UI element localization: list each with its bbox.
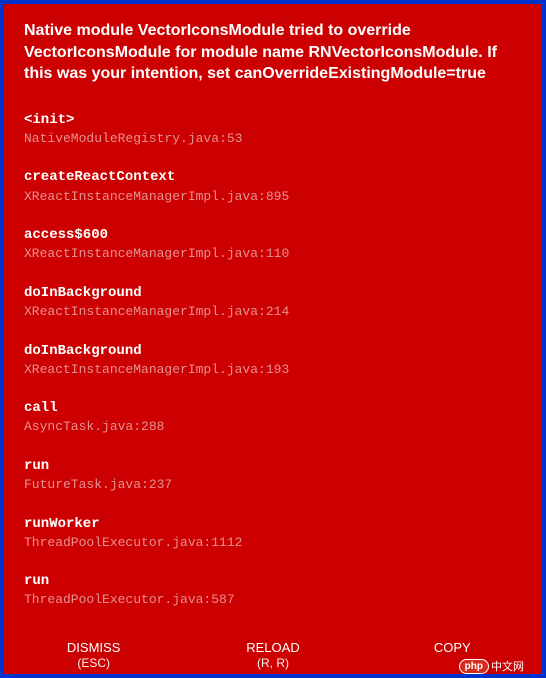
stack-frame[interactable]: access$600XReactInstanceManagerImpl.java… — [24, 226, 522, 264]
stack-method: run — [24, 457, 522, 475]
stack-frame[interactable]: runFutureTask.java:237 — [24, 457, 522, 495]
dismiss-button-label: DISMISS — [4, 640, 183, 656]
watermark-badge: php — [459, 659, 489, 674]
stack-location: XReactInstanceManagerImpl.java:214 — [24, 302, 522, 322]
reload-button-hint: (R, R) — [183, 656, 362, 670]
reload-button-label: RELOAD — [183, 640, 362, 656]
stack-location: XReactInstanceManagerImpl.java:193 — [24, 360, 522, 380]
stack-method: access$600 — [24, 226, 522, 244]
stack-frame[interactable]: runThreadPoolExecutor.java:587 — [24, 572, 522, 610]
dismiss-button[interactable]: DISMISS (ESC) — [4, 638, 183, 672]
stack-frame[interactable]: callAsyncTask.java:288 — [24, 399, 522, 437]
error-title: Native module VectorIconsModule tried to… — [24, 20, 522, 85]
dismiss-button-hint: (ESC) — [4, 656, 183, 670]
stack-method: run — [24, 572, 522, 590]
redbox-error-screen: Native module VectorIconsModule tried to… — [4, 4, 542, 674]
stack-location: AsyncTask.java:288 — [24, 417, 522, 437]
watermark: php 中文网 — [459, 658, 524, 674]
copy-button-label: COPY — [363, 640, 542, 656]
stack-trace: <init>NativeModuleRegistry.java:53 create… — [24, 111, 522, 632]
error-scroll-area[interactable]: Native module VectorIconsModule tried to… — [4, 4, 542, 632]
stack-method: runWorker — [24, 515, 522, 533]
stack-frame[interactable]: doInBackgroundXReactInstanceManagerImpl.… — [24, 342, 522, 380]
stack-method: createReactContext — [24, 168, 522, 186]
stack-method: call — [24, 399, 522, 417]
stack-frame[interactable]: <init>NativeModuleRegistry.java:53 — [24, 111, 522, 149]
watermark-text: 中文网 — [491, 658, 524, 674]
stack-frame[interactable]: createReactContextXReactInstanceManagerI… — [24, 168, 522, 206]
stack-location: ThreadPoolExecutor.java:1112 — [24, 533, 522, 553]
stack-location: NativeModuleRegistry.java:53 — [24, 129, 522, 149]
stack-location: XReactInstanceManagerImpl.java:895 — [24, 187, 522, 207]
stack-frame[interactable]: doInBackgroundXReactInstanceManagerImpl.… — [24, 284, 522, 322]
stack-frame[interactable]: runWorkerThreadPoolExecutor.java:1112 — [24, 515, 522, 553]
stack-location: XReactInstanceManagerImpl.java:110 — [24, 244, 522, 264]
stack-location: ThreadPoolExecutor.java:587 — [24, 590, 522, 610]
stack-location: FutureTask.java:237 — [24, 475, 522, 495]
stack-method: doInBackground — [24, 342, 522, 360]
reload-button[interactable]: RELOAD (R, R) — [183, 638, 362, 672]
stack-method: doInBackground — [24, 284, 522, 302]
stack-method: <init> — [24, 111, 522, 129]
